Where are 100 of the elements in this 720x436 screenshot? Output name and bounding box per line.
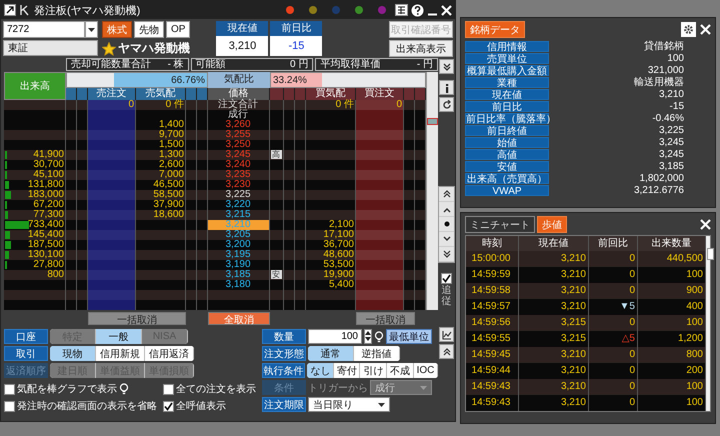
price-level[interactable]: 3,215 <box>208 210 270 220</box>
volume-value: 183,000 <box>28 189 64 200</box>
market-tab[interactable]: 株式 <box>102 21 132 38</box>
book-cell <box>88 230 136 240</box>
panel-tab[interactable]: ミニチャート <box>465 216 535 233</box>
book-cell <box>295 190 306 200</box>
close-button[interactable] <box>698 22 713 37</box>
price-level[interactable]: 3,225 <box>208 190 270 200</box>
market-tab[interactable]: OP <box>166 21 190 38</box>
book-cell <box>88 120 136 130</box>
close-icon[interactable] <box>441 4 452 16</box>
scrollbar[interactable] <box>426 72 438 310</box>
window-icon[interactable] <box>4 4 16 16</box>
cancel-button[interactable]: 一括取消 <box>356 312 415 325</box>
side-button[interactable] <box>439 247 454 262</box>
market-tab[interactable]: 先物 <box>134 21 164 38</box>
price-level[interactable]: 3,205 <box>208 230 270 240</box>
data-label: 前日比率（騰落率） <box>465 113 549 124</box>
scroll-thumb[interactable] <box>427 118 438 125</box>
color-dot[interactable] <box>355 6 363 14</box>
color-dot[interactable] <box>309 6 317 14</box>
ratio-value: 66.76% <box>171 75 205 86</box>
exchange-button[interactable]: 東証 <box>3 40 98 56</box>
header-cell <box>404 88 415 100</box>
table-cell: 440,500 <box>638 251 706 267</box>
side-button[interactable] <box>439 202 454 217</box>
dropdown-button[interactable] <box>85 21 98 38</box>
side-button[interactable] <box>439 327 454 342</box>
lightbulb-icon[interactable] <box>119 383 129 395</box>
dropdown[interactable]: 当日限り <box>308 397 390 412</box>
checkbox[interactable] <box>163 400 174 412</box>
quantity-field[interactable]: 100 <box>308 329 362 344</box>
book-cell <box>356 140 404 150</box>
book-cell <box>284 290 295 300</box>
book-cell <box>66 130 77 140</box>
book-cell <box>356 270 404 280</box>
book-cell <box>404 130 415 140</box>
column-header: 買気配 <box>306 88 356 100</box>
refresh-icon <box>442 100 452 110</box>
layout-icon[interactable] <box>395 4 408 16</box>
checkbox[interactable] <box>441 273 452 284</box>
side-button[interactable] <box>439 187 454 202</box>
side-button[interactable] <box>439 97 454 112</box>
spin-down-icon[interactable] <box>365 336 371 342</box>
color-dot[interactable] <box>332 6 340 14</box>
book-cell <box>356 240 404 250</box>
book-cell <box>415 100 426 110</box>
book-cell <box>88 140 136 150</box>
checkbox-label: 全呼値表示 <box>176 400 226 413</box>
star-icon[interactable] <box>102 42 116 56</box>
min-unit-button[interactable]: 最低単位 <box>386 329 432 344</box>
settings-button[interactable] <box>681 22 696 37</box>
option-button[interactable]: 不成 <box>387 363 414 378</box>
checkbox[interactable] <box>163 384 174 394</box>
bid-quantity: 19,900 <box>306 270 356 280</box>
lightbulb-icon[interactable] <box>374 330 384 342</box>
option-button[interactable]: 現物 <box>50 346 96 361</box>
close-button[interactable] <box>698 217 713 232</box>
side-button[interactable] <box>439 232 454 247</box>
color-dot[interactable] <box>378 6 386 14</box>
book-cell <box>404 270 415 280</box>
checkbox[interactable] <box>4 400 15 412</box>
check-icon <box>442 274 451 283</box>
price-level[interactable]: 3,235 <box>208 170 270 180</box>
side-button[interactable] <box>439 80 454 95</box>
table-cell: 900 <box>638 283 706 299</box>
table-cell: 14:59:56 <box>466 315 519 331</box>
price-level[interactable]: 3,255 <box>208 130 270 140</box>
side-button[interactable] <box>439 59 454 74</box>
double-chevron-down-icon <box>442 62 452 72</box>
checkbox[interactable] <box>4 384 15 394</box>
quote-header: 前日比 <box>270 21 322 36</box>
price-marker: 安 <box>270 270 282 279</box>
data-value: 100 <box>666 53 684 64</box>
stock-code-field[interactable]: 7272 <box>3 21 85 38</box>
price-level[interactable]: 3,185 <box>208 270 270 280</box>
data-label: 業種 <box>465 77 549 88</box>
price-level[interactable]: 3,195 <box>208 250 270 260</box>
option-button[interactable]: なし <box>307 363 334 378</box>
scroll-thumb[interactable] <box>707 248 714 260</box>
spin-up-icon[interactable] <box>365 330 371 336</box>
color-dot[interactable] <box>286 6 294 14</box>
toolbar-button[interactable]: 出来高表示 <box>389 40 453 57</box>
price-level[interactable]: 3,245 <box>208 150 270 160</box>
info-value: - 円 <box>416 59 434 70</box>
book-cell <box>186 170 197 180</box>
book-cell <box>77 190 88 200</box>
side-button[interactable] <box>439 217 454 232</box>
column-header: 売気配 <box>136 88 186 100</box>
help-icon[interactable] <box>411 4 424 16</box>
volume-header: 出来高 <box>4 72 66 100</box>
book-cell <box>306 290 356 300</box>
side-button[interactable] <box>439 344 454 359</box>
option-button[interactable]: 通常 <box>308 346 354 361</box>
ask-quantity: 9,700 <box>136 130 186 140</box>
cancel-button[interactable]: 一括取消 <box>88 312 186 325</box>
option-button[interactable]: 一般 <box>96 329 142 344</box>
data-label: 始値 <box>465 137 549 148</box>
info-label: 平均取得単価 <box>320 59 380 70</box>
data-value: 貸借銘柄 <box>643 41 684 52</box>
